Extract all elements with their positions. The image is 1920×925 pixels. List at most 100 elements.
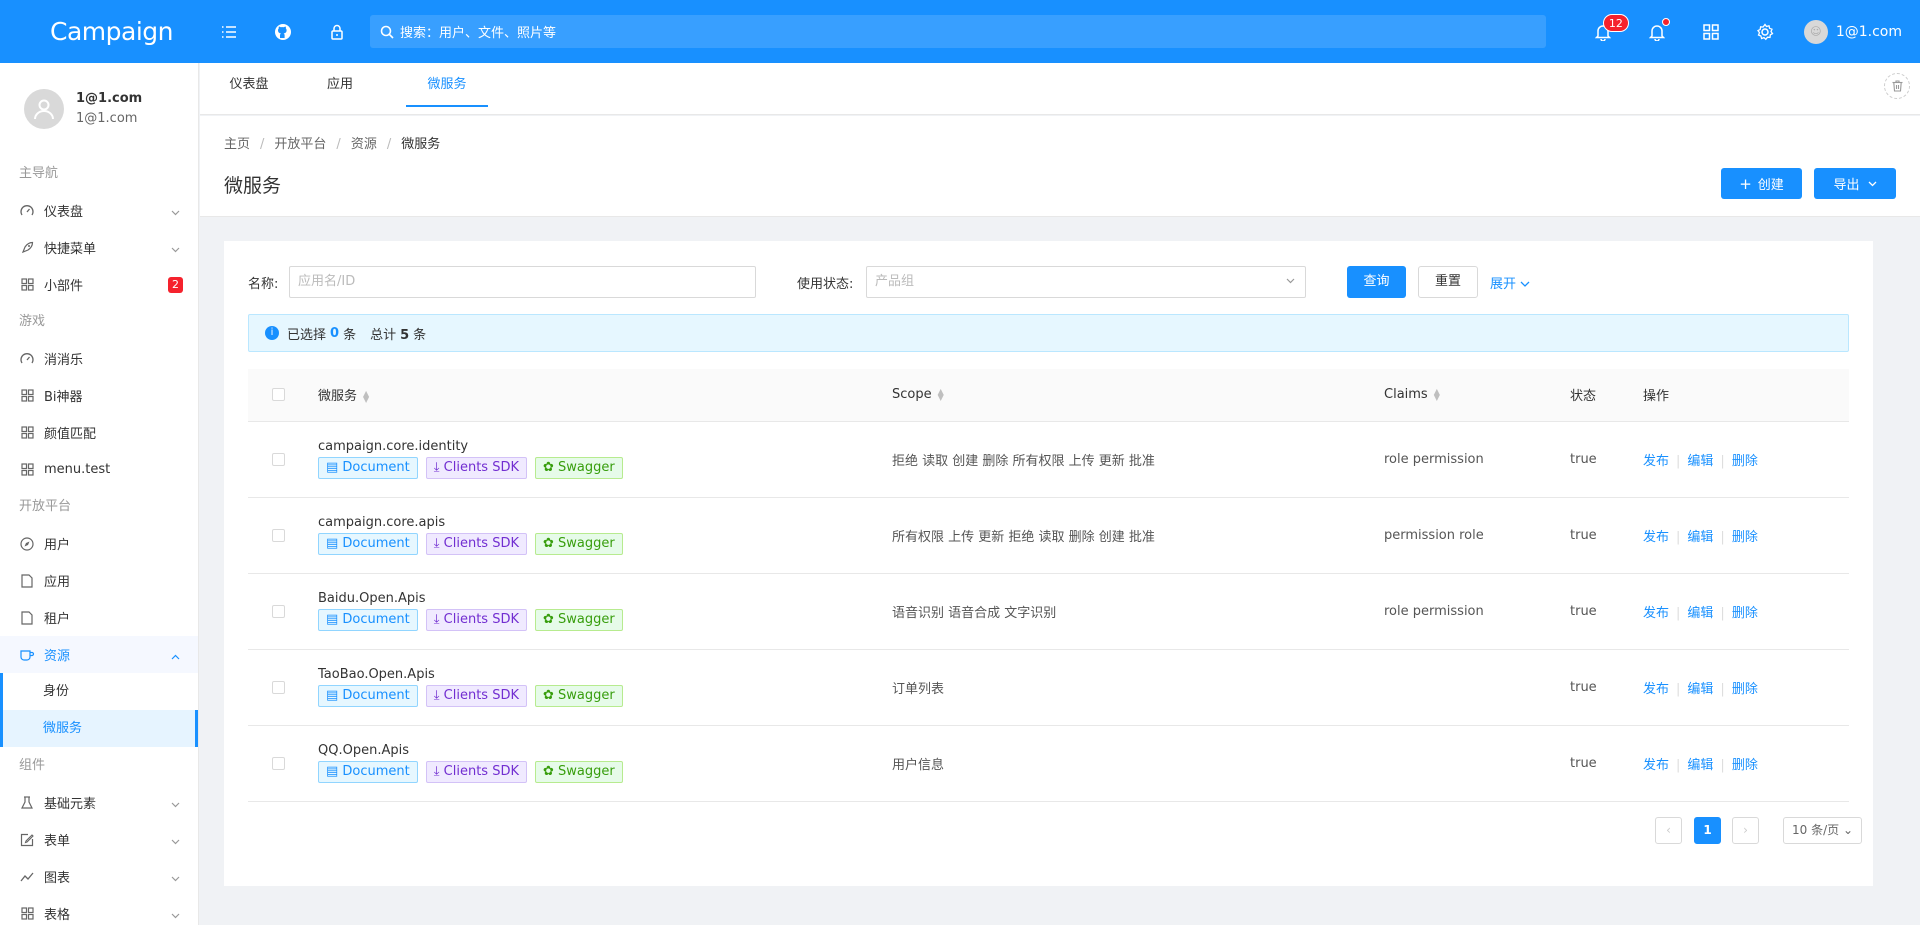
edit-link[interactable]: 编辑 [1687, 454, 1713, 469]
column-header-service[interactable]: 微服务 ▲ ▼ [318, 369, 892, 422]
settings-button[interactable] [1738, 0, 1792, 63]
select-all-checkbox[interactable] [272, 388, 285, 402]
sidebar-item-charts[interactable]: 图表 [0, 858, 198, 895]
sidebar-item-forms[interactable]: 表单 [0, 821, 198, 858]
next-page-button[interactable]: › [1732, 817, 1759, 844]
service-name[interactable]: campaign.core.identity [318, 439, 892, 454]
query-button[interactable]: 查询 [1347, 266, 1406, 298]
sidebar-item-shortcut[interactable]: 快捷菜单 [0, 229, 198, 266]
sidebar-subitem-microservice[interactable]: 微服务 [3, 710, 198, 747]
row-checkbox[interactable] [272, 756, 285, 770]
brand-logo[interactable]: Campaign [0, 17, 200, 46]
edit-link[interactable]: 编辑 [1687, 606, 1713, 621]
alerts-button[interactable] [1630, 0, 1684, 63]
clients-sdk-tag[interactable]: ⤓ Clients SDK [425, 457, 527, 479]
publish-link[interactable]: 发布 [1643, 682, 1669, 697]
sidebar-item-xiaoxiaole[interactable]: 消消乐 [0, 340, 198, 377]
sort-icon[interactable]: ▲ ▼ [938, 387, 944, 401]
row-checkbox[interactable] [272, 528, 285, 542]
sidebar-item-tenants[interactable]: 租户 [0, 599, 198, 636]
clients-sdk-tag[interactable]: ⤓ Clients SDK [425, 685, 527, 707]
tab-dashboard[interactable]: 仪表盘 [228, 63, 270, 107]
sidebar-item-menu-test[interactable]: menu.test [0, 451, 198, 488]
name-filter-input[interactable]: 应用名/ID [289, 266, 756, 298]
row-checkbox[interactable] [272, 604, 285, 618]
breadcrumb-home[interactable]: 主页 [224, 137, 250, 152]
apps-grid-button[interactable] [1684, 0, 1738, 63]
sidebar-subitem-identity[interactable]: 身份 [3, 673, 198, 710]
status-filter-select[interactable]: 产品组 [866, 266, 1306, 298]
breadcrumb-resources[interactable]: 资源 [351, 137, 377, 152]
swagger-tag[interactable]: ✿ Swagger [535, 533, 623, 555]
tab-apps[interactable]: 应用 [326, 63, 354, 107]
sidebar-item-bi[interactable]: Bi神器 [0, 377, 198, 414]
clients-sdk-tag[interactable]: ⤓ Clients SDK [425, 761, 527, 783]
user-menu[interactable]: ☺ 1@1.com [1792, 19, 1902, 44]
service-name[interactable]: QQ.Open.Apis [318, 743, 892, 758]
document-tag[interactable]: ▤ Document [318, 457, 418, 479]
sort-icon[interactable]: ▲ ▼ [363, 389, 369, 403]
swagger-tag[interactable]: ✿ Swagger [535, 609, 623, 631]
service-name[interactable]: campaign.core.apis [318, 515, 892, 530]
column-header-scope[interactable]: Scope ▲ ▼ [892, 369, 1384, 422]
sidebar-item-users[interactable]: 用户 [0, 525, 198, 562]
search-icon [380, 25, 394, 39]
sidebar-item-label: menu.test [44, 462, 111, 477]
sidebar-item-basic[interactable]: 基础元素 [0, 784, 198, 821]
service-name[interactable]: Baidu.Open.Apis [318, 591, 892, 606]
clients-sdk-tag[interactable]: ⤓ Clients SDK [425, 533, 527, 555]
publish-link[interactable]: 发布 [1643, 606, 1669, 621]
swagger-tag[interactable]: ✿ Swagger [535, 457, 623, 479]
reset-button[interactable]: 重置 [1418, 266, 1478, 298]
delete-link[interactable]: 删除 [1732, 758, 1758, 773]
sidebar-item-tables[interactable]: 表格 [0, 895, 198, 925]
sidebar-profile[interactable]: 1@1.com 1@1.com [0, 63, 198, 155]
trash-icon[interactable] [1884, 73, 1910, 99]
edit-link[interactable]: 编辑 [1687, 530, 1713, 545]
sidebar-item-apps[interactable]: 应用 [0, 562, 198, 599]
sidebar-item-face-match[interactable]: 颜值匹配 [0, 414, 198, 451]
global-search-input[interactable]: 搜索：用户、文件、照片等 [370, 15, 1546, 48]
row-checkbox[interactable] [272, 452, 285, 466]
lock-icon[interactable] [310, 0, 364, 63]
row-checkbox[interactable] [272, 680, 285, 694]
delete-link[interactable]: 删除 [1732, 682, 1758, 697]
expand-filters-link[interactable]: 展开 [1490, 273, 1530, 292]
swagger-tag[interactable]: ✿ Swagger [535, 685, 623, 707]
page-size-select[interactable]: 10 条/页 ⌄ [1783, 817, 1863, 844]
publish-link[interactable]: 发布 [1643, 758, 1669, 773]
sidebar-item-dashboard[interactable]: 仪表盘 [0, 192, 198, 229]
prev-page-button[interactable]: ‹ [1655, 817, 1682, 844]
delete-link[interactable]: 删除 [1732, 454, 1758, 469]
breadcrumb-platform[interactable]: 开放平台 [274, 137, 326, 152]
edit-icon [19, 832, 35, 848]
create-button[interactable]: + 创建 [1721, 168, 1802, 199]
sort-icon[interactable]: ▲ ▼ [1434, 387, 1440, 401]
file-icon [19, 610, 35, 626]
publish-link[interactable]: 发布 [1643, 530, 1669, 545]
export-button[interactable]: 导出 [1814, 168, 1896, 199]
document-tag[interactable]: ▤ Document [318, 533, 418, 555]
gear-icon [1756, 22, 1774, 40]
menu-toggle-icon[interactable] [202, 0, 256, 63]
edit-link[interactable]: 编辑 [1687, 758, 1713, 773]
document-tag[interactable]: ▤ Document [318, 609, 418, 631]
swagger-tag[interactable]: ✿ Swagger [535, 761, 623, 783]
clients-sdk-tag[interactable]: ⤓ Clients SDK [425, 609, 527, 631]
edit-link[interactable]: 编辑 [1687, 682, 1713, 697]
tab-microservice[interactable]: 微服务 [406, 63, 488, 107]
delete-link[interactable]: 删除 [1732, 606, 1758, 621]
document-tag[interactable]: ▤ Document [318, 685, 418, 707]
status-cell: true [1570, 649, 1643, 726]
publish-link[interactable]: 发布 [1643, 454, 1669, 469]
service-name[interactable]: TaoBao.Open.Apis [318, 667, 892, 682]
sidebar-item-resources[interactable]: 资源 [0, 636, 198, 673]
page-number-current[interactable]: 1 [1694, 817, 1721, 844]
github-icon[interactable] [256, 0, 310, 63]
column-header-claims[interactable]: Claims ▲ ▼ [1384, 369, 1570, 422]
notifications-button[interactable]: 12 [1576, 0, 1630, 63]
document-tag[interactable]: ▤ Document [318, 761, 418, 783]
delete-link[interactable]: 删除 [1732, 530, 1758, 545]
sidebar-item-label: 图表 [44, 871, 71, 886]
sidebar-item-widgets[interactable]: 小部件 2 [0, 266, 198, 303]
